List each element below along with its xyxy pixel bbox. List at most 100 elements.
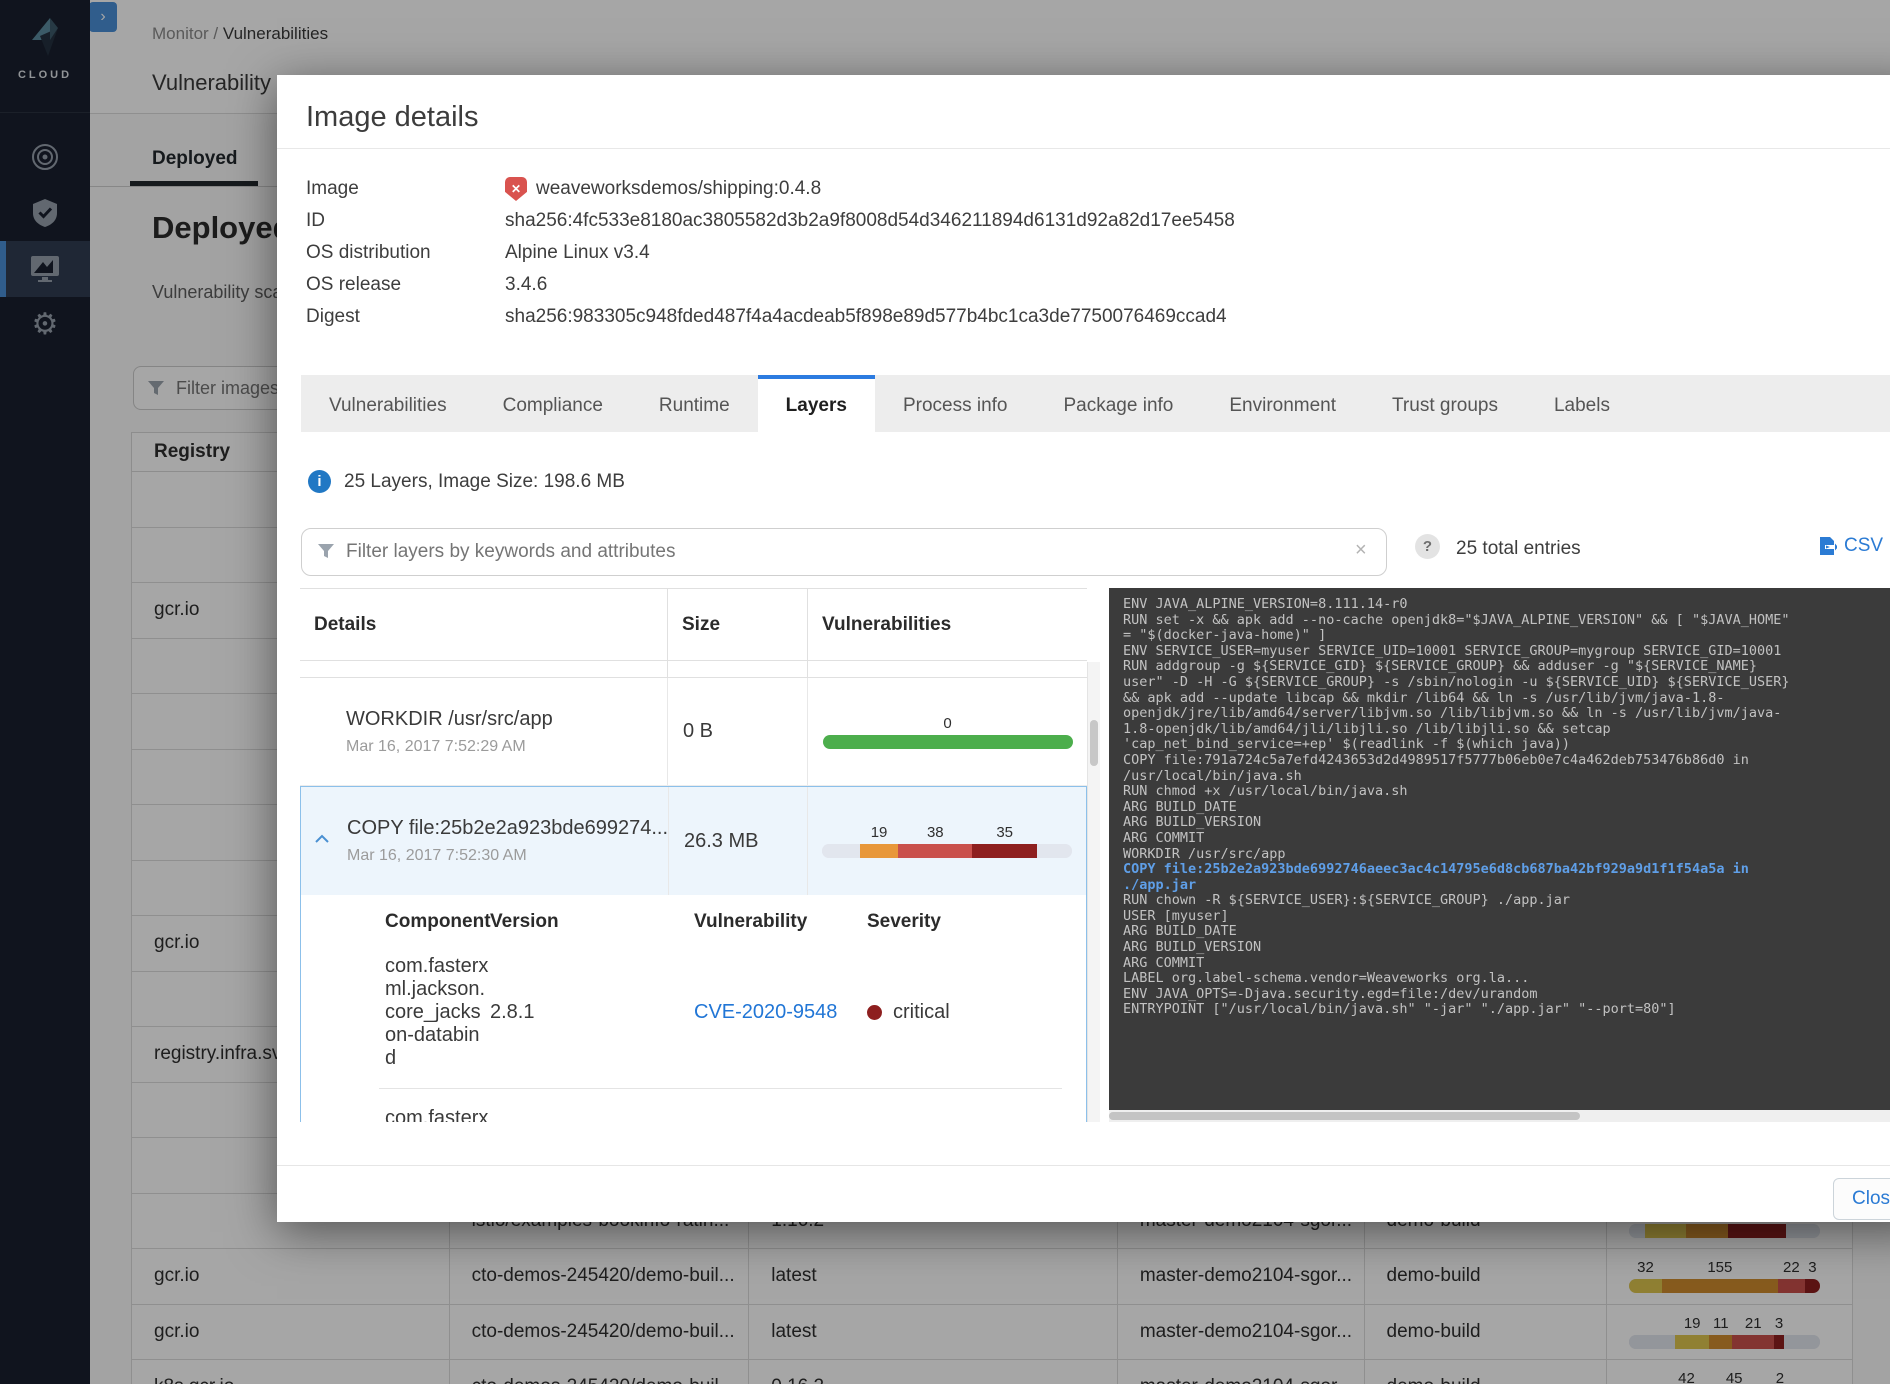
dockerfile-line: 1.8-openjdk/lib/amd64/jli/libjli.so /lib… xyxy=(1123,722,1890,738)
metadata-value: Alpine Linux v3.4 xyxy=(505,242,650,264)
dockerfile-line: ENV JAVA_ALPINE_VERSION=8.111.14-r0 xyxy=(1123,597,1890,613)
bar-count: 19 xyxy=(871,824,888,841)
layer-command: COPY file:25b2e2a923bde699274... xyxy=(347,817,668,840)
tab-process-info[interactable]: Process info xyxy=(875,375,1036,432)
tab-layers[interactable]: Layers xyxy=(758,375,875,432)
vulnerable-shield-icon: ✕ xyxy=(505,177,527,201)
layer-date: Mar 16, 2017 7:52:29 AM xyxy=(346,738,667,756)
dockerfile-line: = "$(docker-java-home)" ] xyxy=(1123,628,1890,644)
modal-tabs: Vulnerabilities Compliance Runtime Layer… xyxy=(301,375,1890,432)
bar-count: 38 xyxy=(927,824,944,841)
layers-scrollbar[interactable] xyxy=(1087,662,1100,1122)
csv-export-icon xyxy=(1817,536,1837,556)
dockerfile-line: 'cap_net_bind_service=+ep' $(readlink -f… xyxy=(1123,737,1890,753)
modal-footer-divider xyxy=(277,1165,1890,1166)
dockerfile-line: ENV JAVA_OPTS=-Djava.security.egd=file:/… xyxy=(1123,987,1890,1003)
layers-column-header: Vulnerabilities xyxy=(808,589,1087,660)
dockerfile-line: COPY file:791a724c5a7efd4243653d2d498951… xyxy=(1123,753,1890,769)
selected-layer-block: COPY file:25b2e2a923bde699274... Mar 16,… xyxy=(300,786,1087,1122)
screen: CLOUD xyxy=(0,0,1890,1384)
tab-labels[interactable]: Labels xyxy=(1526,375,1638,432)
component-name: com.fasterxml.jacks xyxy=(385,1107,490,1122)
csv-label: CSV xyxy=(1844,535,1883,557)
dockerfile-line: ARG BUILD_DATE xyxy=(1123,800,1890,816)
row-divider xyxy=(379,1088,1062,1089)
component-version: 2.8.1 xyxy=(490,1001,694,1024)
horizontal-scrollbar[interactable] xyxy=(1109,1110,1890,1122)
clear-filter-icon[interactable]: × xyxy=(1355,539,1367,562)
metadata-label: Digest xyxy=(306,306,505,328)
bar-count: 0 xyxy=(943,715,951,732)
component-row: com.fasterxml.jacks xyxy=(385,1091,1086,1122)
modal-title: Image details xyxy=(306,101,479,134)
dockerfile-line: /usr/local/bin/java.sh xyxy=(1123,769,1890,785)
tab-environment[interactable]: Environment xyxy=(1201,375,1364,432)
tab-runtime[interactable]: Runtime xyxy=(631,375,758,432)
image-details-modal: Image details Image ✕weaveworksdemos/shi… xyxy=(277,75,1890,1222)
dockerfile-line: && apk add --update libcap && mkdir /lib… xyxy=(1123,691,1890,707)
dockerfile-line: ARG COMMIT xyxy=(1123,956,1890,972)
dockerfile-line: ARG BUILD_VERSION xyxy=(1123,940,1890,956)
component-row: com.fasterxml.jackson.core_jackson-datab… xyxy=(385,939,1086,1086)
layers-summary-text: 25 Layers, Image Size: 198.6 MB xyxy=(344,471,625,493)
component-name: com.fasterxml.jackson.core_jackson-datab… xyxy=(385,955,490,1070)
scrollbar-thumb[interactable] xyxy=(1090,720,1098,766)
metadata-row: OS distribution Alpine Linux v3.4 xyxy=(306,237,1890,269)
dockerfile-line: RUN chmod +x /usr/local/bin/java.sh xyxy=(1123,784,1890,800)
cve-link[interactable]: CVE-2020-9548 xyxy=(694,1001,837,1023)
severity-dot xyxy=(867,1005,882,1020)
layer-size-cell: 26.3 MB xyxy=(669,787,808,895)
dockerfile-line: ARG COMMIT xyxy=(1123,831,1890,847)
bar-segment-green xyxy=(823,735,1073,749)
total-entries: 25 total entries xyxy=(1456,538,1581,560)
component-column-header: Version xyxy=(490,911,694,933)
close-button[interactable]: Close xyxy=(1833,1178,1890,1220)
layer-details-cell: WORKDIR /usr/src/app Mar 16, 2017 7:52:2… xyxy=(300,678,668,785)
metadata-value: ✕weaveworksdemos/shipping:0.4.8 xyxy=(505,177,821,201)
layers-column-header: Details xyxy=(300,589,668,660)
tab-package-info[interactable]: Package info xyxy=(1036,375,1202,432)
severity-label: critical xyxy=(893,1001,950,1024)
layer-row[interactable]: WORKDIR /usr/src/app Mar 16, 2017 7:52:2… xyxy=(300,678,1087,786)
help-icon[interactable]: ? xyxy=(1415,534,1440,559)
layer-details-cell: COPY file:25b2e2a923bde699274... Mar 16,… xyxy=(301,787,669,895)
layers-column-header: Size xyxy=(668,589,808,660)
vulnerability-bar: 19 38 35 xyxy=(822,824,1072,858)
metadata-row: Image ✕weaveworksdemos/shipping:0.4.8 xyxy=(306,173,1890,205)
bar-count: 35 xyxy=(996,824,1013,841)
tab-vulnerabilities[interactable]: Vulnerabilities xyxy=(301,375,475,432)
dockerfile-line: RUN chown -R ${SERVICE_USER}:${SERVICE_G… xyxy=(1123,893,1890,909)
dockerfile-line: RUN addgroup -g ${SERVICE_GID} ${SERVICE… xyxy=(1123,659,1890,675)
metadata-label: Image xyxy=(306,178,505,200)
metadata-label: ID xyxy=(306,210,505,232)
tab-trust-groups[interactable]: Trust groups xyxy=(1364,375,1526,432)
component-table-header: ComponentVersionVulnerabilitySeverity xyxy=(385,911,1086,933)
metadata-label: OS release xyxy=(306,274,505,296)
layer-vuln-cell: 19 38 35 xyxy=(808,787,1086,895)
scrollbar-thumb[interactable] xyxy=(1109,1112,1580,1120)
dockerfile-line: ARG BUILD_VERSION xyxy=(1123,815,1890,831)
layers-filter-input[interactable] xyxy=(301,528,1387,576)
metadata-row: ID sha256:4fc533e8180ac3805582d3b2a9f800… xyxy=(306,205,1890,237)
dockerfile-line: ENV SERVICE_USER=myuser SERVICE_UID=1000… xyxy=(1123,644,1890,660)
layers-table-header: DetailsSizeVulnerabilities xyxy=(300,588,1087,661)
chevron-up-icon[interactable] xyxy=(314,834,330,844)
vulnerability-bar: 0 xyxy=(823,715,1073,749)
metadata-row: OS release 3.4.6 xyxy=(306,269,1890,301)
layer-command: WORKDIR /usr/src/app xyxy=(346,708,667,731)
info-icon: i xyxy=(308,470,331,493)
layers-summary: i 25 Layers, Image Size: 198.6 MB xyxy=(308,470,625,493)
tab-compliance[interactable]: Compliance xyxy=(475,375,631,432)
layers-content: DetailsSizeVulnerabilities WORKDIR /usr/… xyxy=(300,588,1890,1122)
layer-expansion: ComponentVersionVulnerabilitySeverity co… xyxy=(301,895,1086,1122)
dockerfile-line: user" -D -H -G ${SERVICE_GROUP} -s /sbin… xyxy=(1123,675,1890,691)
header-spacer xyxy=(300,661,1087,678)
component-column-header: Severity xyxy=(867,911,1086,933)
csv-export-button[interactable]: CSV xyxy=(1817,535,1883,557)
dockerfile-line: USER [myuser] xyxy=(1123,909,1890,925)
dockerfile-line: ARG BUILD_DATE xyxy=(1123,924,1890,940)
dockerfile-line: ./app.jar xyxy=(1123,878,1890,894)
layer-row[interactable]: COPY file:25b2e2a923bde699274... Mar 16,… xyxy=(301,787,1086,895)
bar-segment-orange xyxy=(860,844,899,858)
dockerfile-line: ENTRYPOINT ["/usr/local/bin/java.sh" "-j… xyxy=(1123,1002,1890,1018)
